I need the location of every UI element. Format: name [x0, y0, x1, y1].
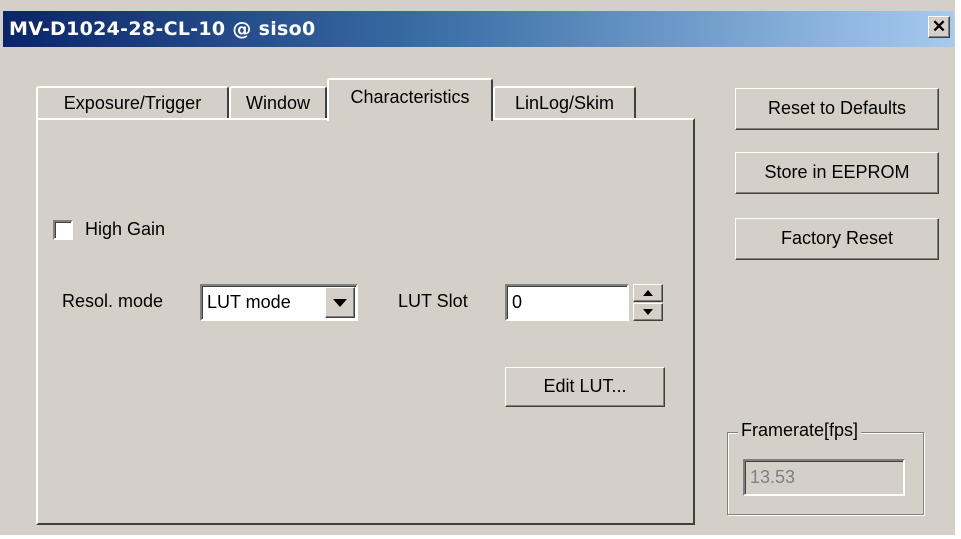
- close-icon: ✕: [931, 17, 947, 36]
- factory-reset-label: Factory Reset: [780, 228, 894, 248]
- lut-slot-spin-down[interactable]: [633, 303, 663, 321]
- tab-label: Characteristics: [350, 87, 470, 107]
- tab-label: LinLog/Skim: [514, 93, 615, 113]
- resol-mode-select[interactable]: LUT mode: [200, 284, 358, 321]
- spin-down-icon: [643, 309, 653, 315]
- camera-settings-dialog: MV-D1024-28-CL-10 @ siso0 ✕ Exposure/Tri…: [0, 0, 957, 537]
- framerate-value: 13.53: [750, 467, 796, 487]
- resol-mode-value: LUT mode: [207, 292, 291, 312]
- tab-label: Window: [245, 93, 311, 113]
- edit-lut-label: Edit LUT...: [543, 376, 627, 396]
- lut-slot-input[interactable]: 0: [505, 284, 629, 321]
- edit-lut-button[interactable]: Edit LUT...: [505, 367, 665, 407]
- tab-window[interactable]: Window: [229, 86, 327, 120]
- tab-exposure-trigger[interactable]: Exposure/Trigger: [36, 86, 229, 120]
- spin-up-icon: [643, 290, 653, 296]
- tab-linlog-skim[interactable]: LinLog/Skim: [493, 86, 636, 120]
- framerate-field: 13.53: [743, 459, 905, 496]
- framerate-label: Framerate[fps]: [738, 420, 862, 441]
- tab-label: Exposure/Trigger: [63, 93, 202, 113]
- store-in-eeprom-button[interactable]: Store in EEPROM: [735, 152, 939, 194]
- lut-slot-value: 0: [512, 292, 523, 312]
- dropdown-arrow-button[interactable]: [325, 287, 355, 318]
- title-bar[interactable]: MV-D1024-28-CL-10 @ siso0 ✕: [3, 11, 954, 47]
- lut-slot-label: LUT Slot: [398, 291, 468, 311]
- window-title: MV-D1024-28-CL-10 @ siso0: [9, 18, 316, 40]
- reset-to-defaults-label: Reset to Defaults: [767, 98, 907, 118]
- lut-slot-spin-up[interactable]: [633, 284, 663, 302]
- close-button[interactable]: ✕: [928, 16, 950, 38]
- active-tab-join: [329, 118, 491, 121]
- high-gain-checkbox[interactable]: [53, 220, 73, 240]
- resol-mode-label: Resol. mode: [62, 291, 164, 311]
- store-in-eeprom-label: Store in EEPROM: [764, 162, 910, 182]
- high-gain-label: High Gain: [85, 219, 166, 239]
- characteristics-panel: [36, 118, 695, 525]
- reset-to-defaults-button[interactable]: Reset to Defaults: [735, 88, 939, 130]
- tab-characteristics[interactable]: Characteristics: [327, 78, 493, 121]
- factory-reset-button[interactable]: Factory Reset: [735, 218, 939, 260]
- chevron-down-icon: [333, 299, 347, 307]
